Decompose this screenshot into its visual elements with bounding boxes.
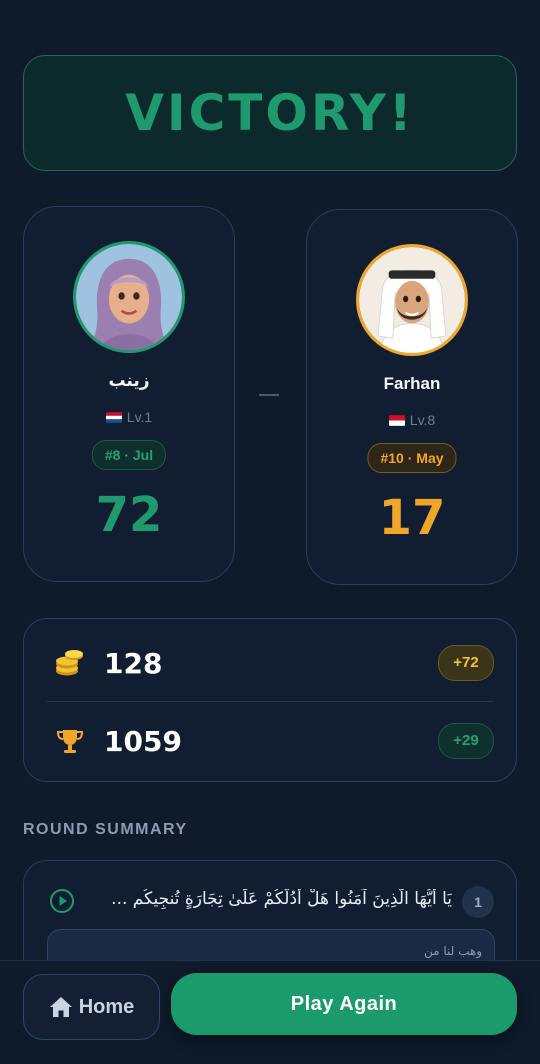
coins-value: 128 — [104, 647, 163, 680]
round-number-badge: 1 — [462, 886, 494, 918]
opponent-rank-badge: #10 · May — [367, 443, 457, 473]
bottom-action-bar: Home Play Again — [0, 960, 540, 1064]
opponent-avatar — [356, 244, 468, 356]
coins-delta-badge: +72 — [438, 645, 494, 681]
opponent-level-text: Lv.8 — [409, 412, 436, 428]
player-level-text: Lv.1 — [126, 409, 153, 425]
hijab-avatar-icon — [76, 244, 182, 350]
player-card-self: زينب Lv.1 #8 · Jul 72 — [23, 206, 235, 582]
trophies-delta-badge: +29 — [438, 723, 494, 759]
trophy-icon — [56, 730, 84, 753]
rewards-card: 128 +72 1059 +29 — [23, 618, 517, 782]
player-score: 72 — [95, 487, 163, 543]
play-again-button[interactable]: Play Again — [171, 973, 517, 1035]
opponent-name: Farhan — [383, 374, 441, 393]
home-button[interactable]: Home — [23, 974, 160, 1040]
player-rank-badge: #8 · Jul — [91, 440, 167, 470]
netherlands-flag-icon — [105, 412, 122, 423]
victory-title: VICTORY! — [125, 84, 415, 142]
coins-row: 128 +72 — [24, 623, 516, 703]
play-again-label: Play Again — [290, 992, 398, 1015]
home-button-label: Home — [78, 995, 135, 1018]
player-avatar — [73, 241, 185, 353]
player-level: Lv.1 — [24, 409, 234, 425]
coins-icon — [56, 650, 83, 676]
trophies-row: 1059 +29 — [24, 701, 516, 781]
opponent-level: Lv.8 — [307, 412, 517, 428]
round-summary-title: ROUND SUMMARY — [23, 821, 188, 838]
player-name: زينب — [108, 371, 150, 390]
round-verse-text: يَا أَيُّهَا الَّذِينَ آمَنُوا هَلْ أَدُ… — [111, 889, 452, 909]
indonesia-flag-icon — [388, 415, 405, 426]
ghutra-avatar-icon — [359, 247, 465, 353]
versus-divider — [259, 394, 279, 396]
victory-banner: VICTORY! — [23, 55, 517, 171]
trophies-value: 1059 — [104, 725, 182, 758]
round-answer-text: وهب لنا من — [423, 944, 482, 958]
player-card-opponent: Farhan Lv.8 #10 · May 17 — [306, 209, 518, 585]
opponent-score: 17 — [378, 490, 446, 546]
home-icon — [49, 997, 72, 1017]
play-audio-icon[interactable] — [49, 888, 75, 914]
